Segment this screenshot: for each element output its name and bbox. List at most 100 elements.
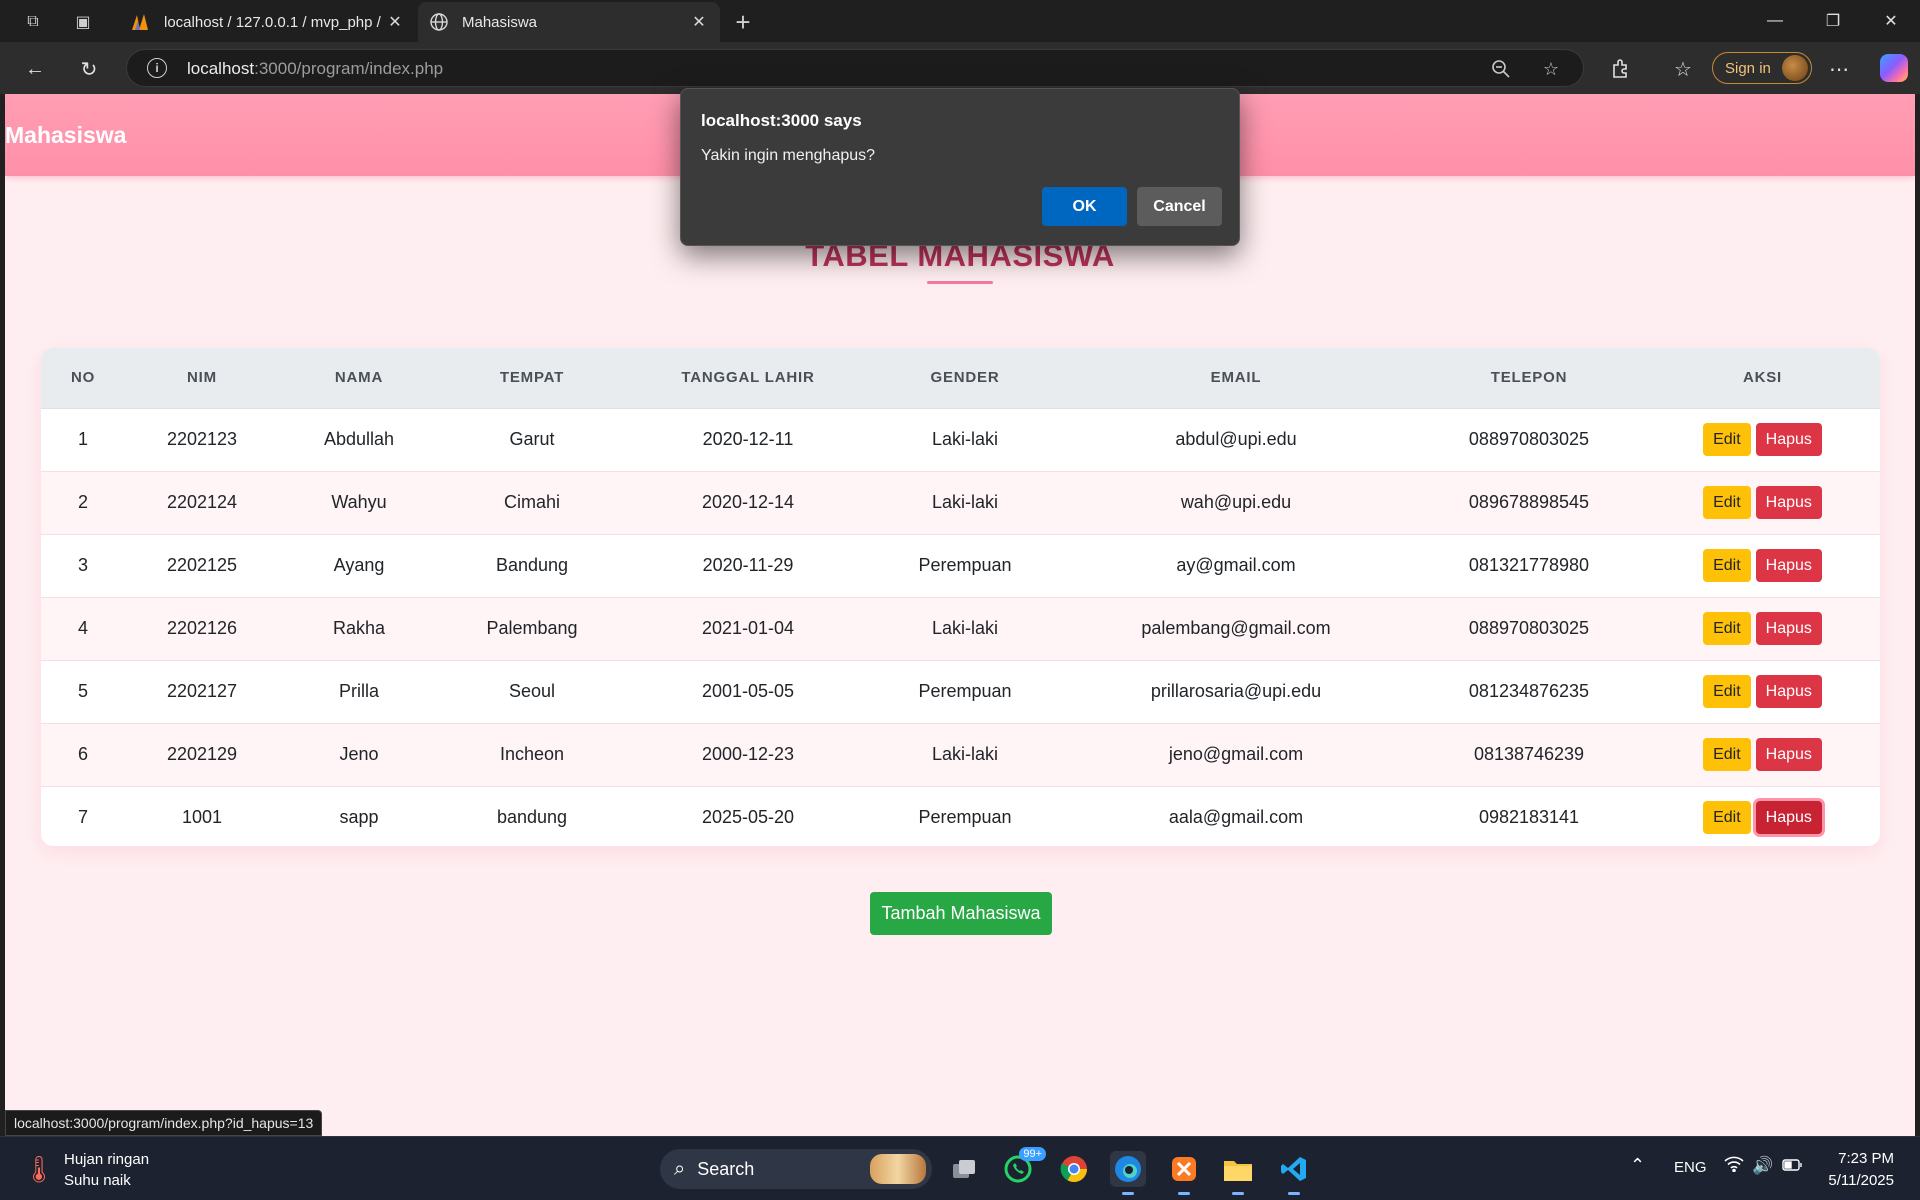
cancel-button[interactable]: Cancel bbox=[1137, 187, 1222, 226]
volume-icon[interactable]: 🔊 bbox=[1752, 1156, 1773, 1176]
back-icon[interactable]: ← bbox=[20, 54, 50, 84]
table-row: 7 1001 sapp bandung 2025-05-20 Perempuan… bbox=[41, 786, 1880, 846]
cell-gender: Laki-laki bbox=[931, 618, 999, 638]
close-tab-icon[interactable]: ✕ bbox=[688, 12, 710, 32]
chrome-icon[interactable] bbox=[1056, 1151, 1092, 1187]
url-host: localhost bbox=[187, 59, 255, 78]
cell-gender: Laki-laki bbox=[931, 492, 999, 512]
cell-email: prillarosaria@upi.edu bbox=[1150, 681, 1322, 701]
weather-condition[interactable]: Hujan ringan bbox=[64, 1151, 149, 1168]
tab-mahasiswa[interactable]: Mahasiswa ✕ bbox=[418, 2, 720, 42]
column-header-nama: NAMA bbox=[279, 348, 439, 409]
windows-start-icon[interactable] bbox=[608, 1154, 638, 1184]
cell-email: aala@gmail.com bbox=[1168, 807, 1304, 828]
cell-nama: Jeno bbox=[339, 744, 379, 764]
cell-no: 3 bbox=[77, 555, 88, 575]
close-tab-icon[interactable]: ✕ bbox=[384, 12, 406, 32]
cell-gender: Laki-laki bbox=[931, 429, 999, 449]
cell-email: jeno@gmail.com bbox=[1168, 744, 1304, 764]
address-bar[interactable]: i localhost:3000/program/index.php ☆ bbox=[126, 49, 1584, 87]
cell-tempat: bandung bbox=[496, 807, 568, 828]
cell-tanggal-lahir: 2020-12-11 bbox=[702, 429, 794, 449]
add-student-button[interactable]: Tambah Mahasiswa bbox=[870, 892, 1052, 935]
workspaces-icon[interactable]: ⧉ bbox=[20, 9, 46, 35]
edit-button[interactable]: Edit bbox=[1703, 801, 1751, 835]
edit-button[interactable]: Edit bbox=[1703, 549, 1751, 582]
web-page: Mahasiswa TABEL MAHASISWA NO NIM NAMA TE… bbox=[5, 94, 1915, 1136]
more-menu-icon[interactable]: ⋯ bbox=[1824, 54, 1854, 84]
url-text[interactable]: localhost:3000/program/index.php bbox=[187, 59, 443, 79]
edit-button[interactable]: Edit bbox=[1703, 675, 1751, 708]
cell-tempat: Palembang bbox=[486, 618, 578, 638]
edit-button[interactable]: Edit bbox=[1703, 486, 1751, 519]
cell-no: 4 bbox=[77, 618, 88, 638]
cell-nim: 2202125 bbox=[166, 555, 238, 575]
cell-gender: Perempuan bbox=[918, 555, 1012, 575]
file-explorer-icon[interactable] bbox=[1220, 1151, 1256, 1195]
vscode-icon[interactable] bbox=[1276, 1151, 1312, 1195]
cell-telepon: 088970803025 bbox=[1468, 618, 1590, 638]
show-hidden-icons-icon[interactable]: ⌃ bbox=[1630, 1155, 1645, 1176]
delete-button[interactable]: Hapus bbox=[1755, 675, 1822, 708]
sign-in-button[interactable]: Sign in bbox=[1712, 52, 1812, 84]
cell-nama: Wahyu bbox=[331, 492, 387, 512]
cell-nama: Ayang bbox=[333, 555, 385, 575]
cell-nama: Rakha bbox=[332, 618, 386, 638]
thermometer-icon[interactable]: 🌡 bbox=[23, 1153, 56, 1185]
delete-button[interactable]: Hapus bbox=[1755, 612, 1822, 645]
copilot-icon[interactable] bbox=[1880, 54, 1908, 82]
extensions-icon[interactable] bbox=[1606, 54, 1636, 84]
zoom-icon[interactable] bbox=[1489, 57, 1513, 81]
cell-tanggal-lahir: 2025-05-20 bbox=[701, 807, 795, 828]
restore-icon[interactable]: ❐ bbox=[1804, 0, 1862, 42]
cell-nim: 2202123 bbox=[166, 429, 238, 449]
close-window-icon[interactable]: ✕ bbox=[1862, 0, 1920, 42]
active-indicator bbox=[1122, 1192, 1134, 1195]
delete-button[interactable]: Hapus bbox=[1755, 549, 1822, 582]
phpmyadmin-icon bbox=[130, 11, 152, 33]
edit-button[interactable]: Edit bbox=[1703, 738, 1751, 771]
battery-icon[interactable] bbox=[1782, 1156, 1802, 1176]
cell-tempat: Cimahi bbox=[503, 492, 560, 512]
clock-time[interactable]: 7:23 PM bbox=[1838, 1150, 1894, 1167]
site-info-icon[interactable]: i bbox=[147, 58, 167, 78]
cell-tempat: Garut bbox=[509, 429, 555, 449]
cell-tanggal-lahir: 2020-11-29 bbox=[702, 555, 794, 575]
cell-telepon: 081234876235 bbox=[1468, 681, 1590, 701]
cell-tempat: Incheon bbox=[499, 744, 565, 764]
new-tab-icon[interactable]: + bbox=[730, 7, 756, 37]
delete-button[interactable]: Hapus bbox=[1755, 801, 1822, 835]
delete-button[interactable]: Hapus bbox=[1755, 486, 1822, 519]
ok-button[interactable]: OK bbox=[1042, 187, 1127, 226]
reload-icon[interactable]: ↻ bbox=[74, 54, 104, 84]
xampp-icon[interactable] bbox=[1166, 1151, 1202, 1195]
search-highlight-image bbox=[870, 1154, 926, 1184]
cell-telepon: 089678898545 bbox=[1468, 492, 1590, 512]
cell-email: palembang@gmail.com bbox=[1141, 618, 1331, 638]
delete-button[interactable]: Hapus bbox=[1755, 738, 1822, 771]
cell-nim: 2202126 bbox=[166, 618, 238, 638]
weather-trend[interactable]: Suhu naik bbox=[64, 1172, 131, 1189]
student-table-card: NO NIM NAMA TEMPAT TANGGAL LAHIR GENDER … bbox=[41, 348, 1880, 846]
cell-nim: 2202127 bbox=[166, 681, 238, 701]
task-view-icon[interactable] bbox=[946, 1151, 982, 1187]
column-header-gender: GENDER bbox=[871, 348, 1059, 409]
table-row: 4 2202126 Rakha Palembang 2021-01-04 Lak… bbox=[41, 597, 1880, 660]
favorites-icon[interactable]: ☆ bbox=[1668, 54, 1698, 84]
column-header-aksi: AKSI bbox=[1645, 348, 1880, 409]
tab-actions-icon[interactable]: ▣ bbox=[70, 9, 96, 35]
edit-button[interactable]: Edit bbox=[1703, 612, 1751, 645]
delete-button[interactable]: Hapus bbox=[1755, 423, 1822, 456]
wifi-icon[interactable] bbox=[1724, 1156, 1744, 1177]
input-language[interactable]: ENG bbox=[1674, 1159, 1707, 1176]
search-label: Search bbox=[697, 1158, 755, 1179]
taskbar-search[interactable]: ⌕ Search bbox=[660, 1149, 932, 1189]
clock-date[interactable]: 5/11/2025 bbox=[1818, 1172, 1894, 1189]
cell-aksi: Edit Hapus bbox=[1645, 534, 1880, 597]
edge-icon[interactable] bbox=[1110, 1151, 1146, 1195]
minimize-icon[interactable]: — bbox=[1746, 0, 1804, 42]
whatsapp-icon[interactable]: 99+ bbox=[1000, 1147, 1046, 1187]
tab-phpmyadmin[interactable]: localhost / 127.0.0.1 / mvp_php / ✕ bbox=[120, 2, 416, 42]
favorite-star-icon[interactable]: ☆ bbox=[1539, 57, 1563, 81]
edit-button[interactable]: Edit bbox=[1703, 423, 1751, 456]
